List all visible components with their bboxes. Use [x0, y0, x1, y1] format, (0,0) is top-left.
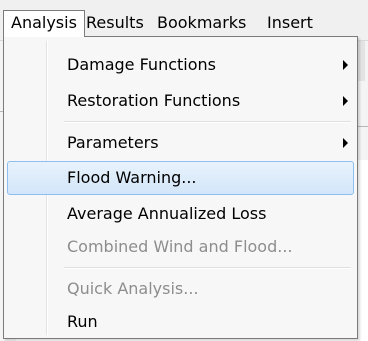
menu-item-label: Damage Functions — [67, 55, 216, 74]
menu-item-label: Run — [67, 312, 98, 331]
menu-bar: Analysis Results Bookmarks Insert — [0, 0, 368, 41]
submenu-arrow-icon — [343, 96, 348, 106]
menu-item-label: Restoration Functions — [67, 91, 241, 110]
menu-item-damage-functions[interactable]: Damage Functions — [7, 48, 354, 82]
menu-analysis[interactable]: Analysis — [3, 10, 85, 37]
menu-item-quick-analysis: Quick Analysis... — [7, 272, 354, 306]
submenu-arrow-icon — [343, 138, 348, 148]
menu-item-combined-wind-and-flood: Combined Wind and Flood... — [7, 230, 354, 264]
menu-bookmarks[interactable]: Bookmarks — [157, 13, 246, 33]
analysis-dropdown-menu: Damage Functions Restoration Functions P… — [3, 36, 358, 339]
menu-item-label: Flood Warning... — [67, 168, 197, 187]
menu-item-label: Parameters — [67, 133, 159, 152]
background-toolbar-right — [357, 41, 365, 81]
menu-separator — [64, 121, 351, 123]
menu-item-label: Quick Analysis... — [67, 279, 199, 298]
menu-results[interactable]: Results — [86, 13, 144, 33]
app-window: Analysis Results Bookmarks Insert Damage… — [0, 0, 368, 341]
menu-item-average-annualized-loss[interactable]: Average Annualized Loss — [7, 197, 354, 231]
submenu-arrow-icon — [343, 60, 348, 70]
menu-separator — [64, 267, 351, 269]
menu-item-flood-warning[interactable]: Flood Warning... — [7, 161, 354, 195]
menu-item-restoration-functions[interactable]: Restoration Functions — [7, 84, 354, 118]
menu-item-parameters[interactable]: Parameters — [7, 126, 354, 160]
menu-item-label: Average Annualized Loss — [67, 204, 267, 223]
menu-insert[interactable]: Insert — [267, 13, 313, 33]
menu-item-label: Combined Wind and Flood... — [67, 237, 293, 256]
menu-item-run[interactable]: Run — [7, 305, 354, 339]
